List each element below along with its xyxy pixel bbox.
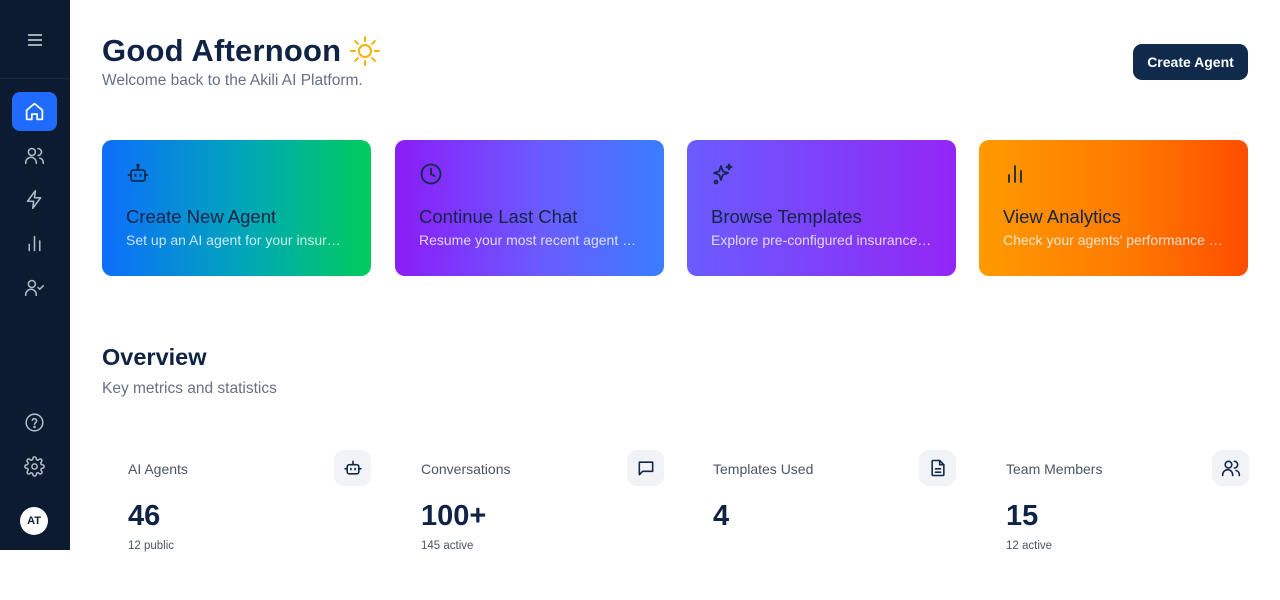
sidebar-item-analytics[interactable] xyxy=(12,224,57,263)
gear-icon xyxy=(24,456,45,477)
card-title: Create New Agent xyxy=(126,206,277,227)
sidebar-divider xyxy=(0,78,70,79)
robot-icon xyxy=(126,162,150,186)
home-icon xyxy=(25,102,44,121)
users-icon xyxy=(1212,450,1249,486)
robot-icon xyxy=(334,450,371,486)
card-description: Check your agents' performance metrics xyxy=(1003,232,1224,248)
sidebar-item-settings[interactable] xyxy=(12,447,57,486)
overview-title: Overview xyxy=(102,344,207,370)
quick-action-browse-templates[interactable]: Browse Templates Explore pre-configured … xyxy=(687,140,956,276)
greeting-text: Good Afternoon xyxy=(102,33,342,68)
metric-value: 46 xyxy=(128,500,161,532)
metric-value: 4 xyxy=(713,500,730,532)
help-circle-icon xyxy=(25,413,44,432)
sidebar-item-home[interactable] xyxy=(12,92,57,131)
metric-label: Team Members xyxy=(1006,461,1103,477)
sidebar-item-team[interactable] xyxy=(12,268,57,307)
metric-ai-agents: AI Agents 46 12 public xyxy=(128,450,371,552)
card-description: Set up an AI agent for your insurance bu… xyxy=(126,232,347,248)
document-icon xyxy=(919,450,956,486)
quick-action-create-agent[interactable]: Create New Agent Set up an AI agent for … xyxy=(102,140,371,276)
user-check-icon xyxy=(24,279,45,297)
users-icon xyxy=(24,147,45,165)
metric-value: 100+ xyxy=(421,500,487,532)
page-title: Good Afternoon xyxy=(102,33,381,69)
metric-label: Conversations xyxy=(421,461,511,477)
card-title: Browse Templates xyxy=(711,206,862,227)
card-description: Resume your most recent agent conversati… xyxy=(419,232,640,248)
avatar[interactable]: AT xyxy=(20,507,48,535)
clock-icon xyxy=(419,162,443,186)
menu-icon[interactable] xyxy=(22,28,48,52)
sparkles-icon xyxy=(711,162,735,186)
lightning-icon xyxy=(26,189,42,210)
metric-conversations: Conversations 100+ 145 active xyxy=(421,450,664,552)
create-agent-button[interactable]: Create Agent xyxy=(1133,44,1248,80)
overview-subtitle: Key metrics and statistics xyxy=(102,380,277,397)
card-title: Continue Last Chat xyxy=(419,206,578,227)
card-title: View Analytics xyxy=(1003,206,1121,227)
message-icon xyxy=(627,450,664,486)
page-subtitle: Welcome back to the Akili AI Platform. xyxy=(102,72,363,89)
sidebar-item-help[interactable] xyxy=(12,403,57,442)
metric-label: AI Agents xyxy=(128,461,188,477)
metric-templates-used: Templates Used 4 xyxy=(713,450,956,550)
sidebar-item-users[interactable] xyxy=(12,136,57,175)
quick-action-continue-chat[interactable]: Continue Last Chat Resume your most rece… xyxy=(395,140,664,276)
sun-icon xyxy=(350,36,381,66)
sidebar: AT xyxy=(0,0,70,550)
metric-note: 12 active xyxy=(1006,540,1053,552)
quick-action-view-analytics[interactable]: View Analytics Check your agents' perfor… xyxy=(979,140,1248,276)
bar-chart-icon xyxy=(1003,162,1027,186)
metric-label: Templates Used xyxy=(713,461,814,477)
metric-value: 15 xyxy=(1006,500,1039,532)
metric-team-members: Team Members 15 12 active xyxy=(1006,450,1249,552)
bar-chart-icon xyxy=(28,235,41,252)
metric-note: 12 public xyxy=(128,540,175,552)
sidebar-item-automations[interactable] xyxy=(12,180,57,219)
metric-note: 145 active xyxy=(421,540,474,552)
card-description: Explore pre-configured insurance agent t… xyxy=(711,232,932,248)
